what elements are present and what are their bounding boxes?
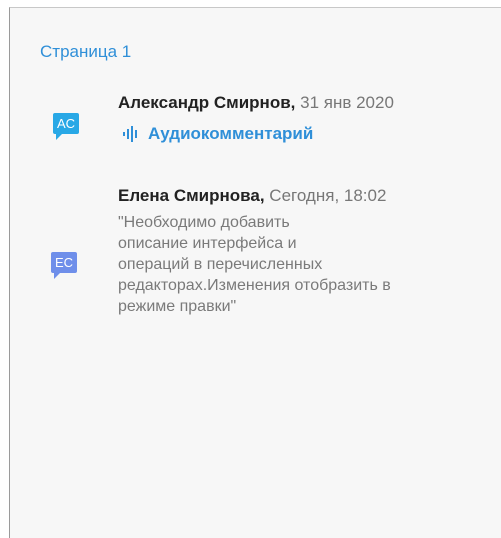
author-name: Александр Смирнов, bbox=[118, 93, 296, 112]
avatar: AC bbox=[53, 113, 79, 140]
comment-text-line: описание интерфейса и bbox=[118, 235, 297, 252]
comment-text: "Необходимо добавить описание интерфейса… bbox=[118, 212, 468, 317]
comment-text-line: редакторах.Изменения отобразить в bbox=[118, 277, 391, 294]
comment-text-line: "Необходимо добавить bbox=[118, 214, 290, 231]
author-name: Елена Смирнова, bbox=[118, 186, 265, 205]
audio-comment-button[interactable]: Аудиокомментарий bbox=[122, 124, 313, 144]
comment-text-line: операций в перечисленных bbox=[118, 256, 323, 273]
comment-date: 31 янв 2020 bbox=[300, 93, 394, 112]
comment-text-line: режиме правки" bbox=[118, 298, 237, 315]
page-title: Страница 1 bbox=[40, 42, 132, 61]
audio-comment-label: Аудиокомментарий bbox=[148, 124, 314, 143]
comments-panel: Страница 1 AC Александр Смирнов, 31 янв … bbox=[9, 7, 501, 538]
comment-author-line: Александр Смирнов, 31 янв 2020 bbox=[118, 93, 394, 113]
comment-date: Сегодня, 18:02 bbox=[269, 186, 387, 205]
audio-wave-icon bbox=[122, 126, 140, 142]
comment-author-line: Елена Смирнова, Сегодня, 18:02 bbox=[118, 186, 386, 206]
avatar: EC bbox=[51, 252, 77, 279]
